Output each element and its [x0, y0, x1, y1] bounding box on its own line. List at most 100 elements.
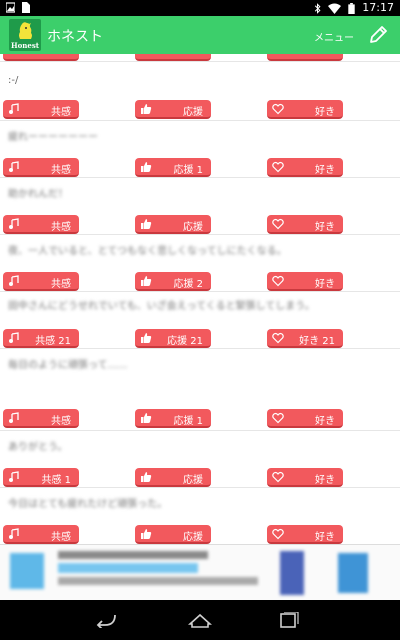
system-nav-bar [0, 600, 400, 640]
like-button[interactable]: 好き [267, 100, 343, 119]
like-label: 好き [315, 165, 335, 176]
like-label: 好き [315, 279, 335, 290]
list-item[interactable]: 田中さんにどうせれでいても、いざ会えってくると緊張してしまう。共感 21 応援 2… [0, 292, 400, 349]
support-label: 応援 [183, 222, 203, 233]
post-text: 今日はとても疲れたけど頑張った。 [8, 499, 168, 510]
like-button[interactable]: 好き [267, 215, 343, 234]
support-button[interactable]: 応援 [135, 525, 211, 544]
support-label: 応援 1 [173, 416, 203, 427]
support-label: 応援 1 [173, 165, 203, 176]
heart-icon [272, 161, 284, 173]
post-list[interactable]: :-/共感 応援 好き 疲れーーーーーーー 共感 応援 1 好き 助かれんだ！ 共感 応援 好き 夜、… [0, 54, 400, 544]
like-label: 好き [315, 107, 335, 118]
list-item[interactable]: ありがとう。共感 1 応援 好き [0, 431, 400, 488]
list-item[interactable]: 夜、一人でいると、とてつもなく悲しくなってしにたくなる。共感 応援 2 好き [0, 235, 400, 292]
empathy-button[interactable]: 共感 [3, 100, 79, 119]
empathy-label: 共感 [51, 165, 71, 176]
thumbs-up-icon [141, 333, 152, 343]
menu-button[interactable]: メニュー [314, 29, 354, 44]
list-item[interactable]: 助かれんだ！ 共感 応援 好き [0, 178, 400, 235]
support-label: 応援 21 [167, 336, 203, 347]
music-note-icon [9, 275, 19, 286]
post-text: ありがとう。 [8, 442, 68, 453]
support-button[interactable]: 応援 1 [135, 409, 211, 428]
support-label: 応援 2 [173, 279, 203, 290]
music-note-icon [9, 412, 19, 423]
heart-icon [272, 332, 284, 344]
like-button[interactable]: 好き [267, 525, 343, 544]
reaction-buttons: 共感 応援 2 好き [0, 272, 400, 292]
heart-icon [272, 471, 284, 483]
home-icon[interactable] [188, 612, 212, 628]
reaction-buttons: 共感 21 応援 21 好き 21 [0, 329, 400, 349]
heart-icon [272, 218, 284, 230]
support-button[interactable]: 応援 [135, 215, 211, 234]
post-text: 夜、一人でいると、とてつもなく悲しくなってしにたくなる。 [8, 246, 287, 257]
like-button[interactable]: 好き 21 [267, 329, 343, 348]
reaction-buttons: 共感 応援 1 好き [0, 409, 400, 429]
list-item[interactable]: 毎日のように頑張って…… 共感 応援 1 好き [0, 349, 400, 431]
like-button[interactable] [267, 54, 343, 61]
like-button[interactable]: 好き [267, 468, 343, 487]
support-button[interactable]: 応援 21 [135, 329, 211, 348]
support-button[interactable]: 応援 [135, 468, 211, 487]
pencil-icon[interactable] [368, 25, 388, 45]
like-button[interactable]: 好き [267, 158, 343, 177]
support-button[interactable]: 応援 1 [135, 158, 211, 177]
like-label: 好き [315, 532, 335, 543]
post-text: 田中さんにどうせれでいても、いざ会えってくると緊張してしまう。 [8, 301, 315, 312]
ad-thumb-2 [338, 553, 368, 593]
empathy-button[interactable]: 共感 21 [3, 329, 79, 348]
post-text: 疲れーーーーーーー [8, 132, 98, 143]
empathy-label: 共感 [51, 416, 71, 427]
post-text: :-/ [8, 75, 19, 86]
ad-image [10, 553, 44, 589]
ad-desc [58, 577, 258, 585]
sim-icon [22, 2, 30, 13]
reaction-buttons: 共感 応援 1 好き [0, 158, 400, 178]
empathy-label: 共感 [51, 107, 71, 118]
thumbs-up-icon [141, 413, 152, 423]
thumbs-up-icon [141, 162, 152, 172]
status-bar: 17:17 [0, 0, 400, 16]
support-button[interactable]: 応援 2 [135, 272, 211, 291]
support-button[interactable] [135, 54, 211, 61]
list-item[interactable]: 今日はとても疲れたけど頑張った。共感 応援 好き [0, 488, 400, 544]
empathy-label: 共感 1 [41, 475, 71, 486]
heart-icon [272, 412, 284, 424]
logo-text: Honest [11, 41, 39, 50]
empathy-button[interactable]: 共感 [3, 215, 79, 234]
list-item[interactable]: :-/ 共感 応援 好き [0, 62, 400, 121]
app-bar: Honest ホネスト メニュー [0, 16, 400, 54]
app-title: ホネスト [47, 29, 103, 45]
ad-banner[interactable] [0, 544, 400, 600]
support-button[interactable]: 応援 [135, 100, 211, 119]
empathy-button[interactable]: 共感 [3, 272, 79, 291]
thumbs-up-icon [141, 104, 152, 114]
like-button[interactable]: 好き [267, 272, 343, 291]
thumbs-up-icon [141, 219, 152, 229]
reaction-buttons: 共感 応援 好き [0, 215, 400, 235]
thumbs-up-icon [141, 529, 152, 539]
app-logo[interactable]: Honest [9, 19, 41, 51]
empathy-button[interactable]: 共感 1 [3, 468, 79, 487]
thumbs-up-icon [141, 472, 152, 482]
image-icon [6, 2, 15, 13]
recents-icon[interactable] [276, 612, 300, 628]
music-note-icon [9, 471, 19, 482]
like-button[interactable]: 好き [267, 409, 343, 428]
like-label: 好き [315, 416, 335, 427]
bluetooth-icon [315, 2, 321, 14]
post-text: 毎日のように頑張って…… [8, 360, 128, 371]
empathy-button[interactable]: 共感 [3, 158, 79, 177]
empathy-button[interactable]: 共感 [3, 409, 79, 428]
back-icon[interactable] [94, 612, 118, 628]
list-item[interactable]: 疲れーーーーーーー共感 応援 1 好き [0, 121, 400, 178]
battery-icon [348, 2, 356, 14]
ad-headline [58, 551, 208, 559]
heart-icon [272, 103, 284, 115]
empathy-button[interactable]: 共感 [3, 525, 79, 544]
empathy-button[interactable] [3, 54, 79, 61]
like-label: 好き 21 [299, 336, 335, 347]
clock: 17:17 [362, 1, 394, 14]
